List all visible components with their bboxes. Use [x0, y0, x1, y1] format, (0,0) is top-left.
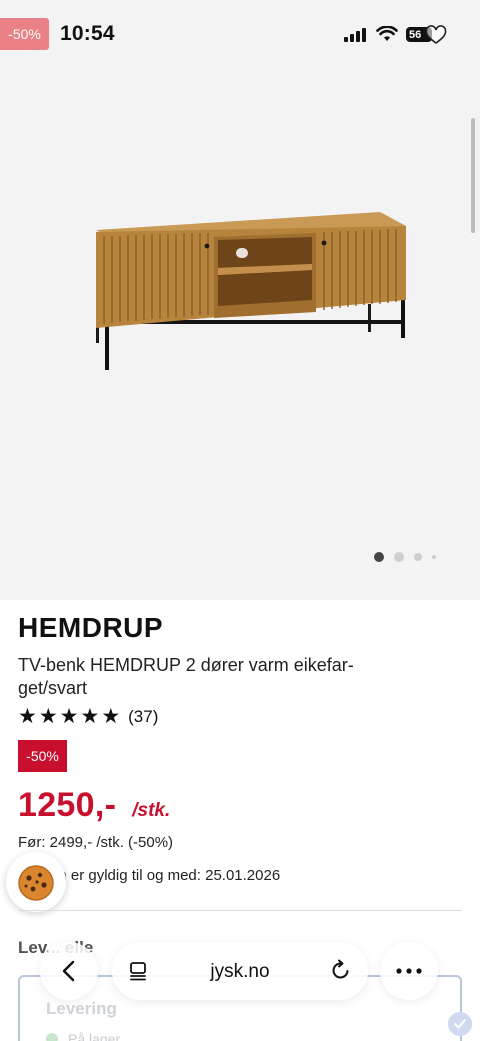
product-brand: HEMDRUP	[18, 612, 164, 643]
browser-toolbar: jysk.no	[0, 940, 480, 1010]
before-price: Før: 2499,- /stk. (-50%)	[18, 834, 174, 851]
product-image[interactable]	[0, 0, 480, 600]
offer-validity: nnjen er gyldig til og med: 25.01.2026	[30, 867, 281, 884]
pager-dot[interactable]	[394, 552, 404, 562]
scroll-indicator	[471, 118, 475, 233]
more-options-button[interactable]	[380, 942, 438, 1000]
star-icon: ★	[59, 705, 79, 728]
clock: 10:54	[60, 22, 115, 45]
reload-icon[interactable]	[330, 959, 352, 981]
heart-icon[interactable]	[425, 25, 447, 45]
stock-status-label: På lager	[68, 1031, 121, 1041]
price-amount: 1250,-	[18, 786, 117, 824]
promo-badge: -50%	[0, 18, 49, 50]
image-pager[interactable]	[374, 552, 436, 562]
product-image-gallery[interactable]	[0, 0, 480, 600]
wifi-icon	[376, 26, 398, 41]
star-icon: ★	[80, 705, 100, 728]
discount-badge: -50%	[18, 740, 67, 772]
check-icon	[448, 1012, 472, 1036]
battery-level: 56	[409, 28, 422, 41]
more-horizontal-icon	[396, 968, 422, 974]
chevron-left-icon	[62, 960, 75, 982]
price-unit: /stk.	[132, 800, 171, 821]
product-description: TV-benk HEMDRUP 2 dører varm eikefar-get…	[18, 655, 354, 698]
star-icon: ★	[18, 705, 37, 728]
review-count[interactable]: (37)	[128, 707, 158, 727]
star-icon: ★	[38, 705, 58, 728]
stock-status: På lager	[46, 1031, 120, 1041]
price: 1250,- /stk.	[18, 786, 170, 825]
star-icon: ★	[101, 705, 121, 728]
pager-dot-active[interactable]	[374, 552, 384, 562]
pager-dot[interactable]	[414, 553, 422, 561]
cellular-signal-icon	[344, 28, 366, 42]
in-stock-dot-icon	[46, 1033, 58, 1041]
cookie-icon	[18, 865, 54, 901]
status-bar: -50% 10:54 56	[0, 0, 480, 70]
cookie-consent-button[interactable]	[6, 852, 66, 912]
divider	[18, 910, 462, 911]
back-button[interactable]	[40, 942, 98, 1000]
pager-dot[interactable]	[432, 555, 436, 559]
address-bar[interactable]: jysk.no	[112, 942, 368, 1000]
product-rating[interactable]: ★ ★ ★ ★ ★ (37)	[18, 706, 158, 727]
